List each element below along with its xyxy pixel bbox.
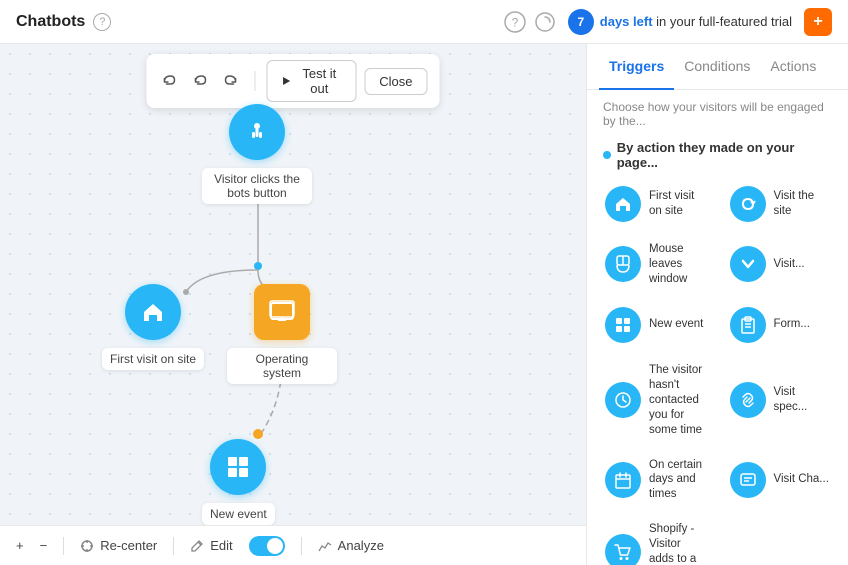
tab-triggers[interactable]: Triggers	[599, 44, 674, 90]
right-panel: Triggers Conditions Actions Choose how y…	[586, 44, 848, 565]
panel-subtitle: Choose how your visitors will be engaged…	[587, 90, 848, 134]
recenter-button[interactable]: Re-center	[80, 538, 157, 553]
trigger-icon-link	[730, 382, 766, 418]
divider	[254, 71, 255, 91]
divider	[63, 537, 64, 555]
help-icon[interactable]: ?	[93, 13, 111, 31]
tab-actions[interactable]: Actions	[760, 44, 826, 90]
trigger-list: First visit on site Visit the site Mouse…	[587, 178, 848, 565]
header-left: Chatbots ?	[16, 13, 111, 31]
edit-icon	[190, 539, 204, 553]
trigger-form[interactable]: Form...	[720, 299, 841, 351]
trigger-icon-chevron-down	[730, 246, 766, 282]
trigger-icon-chat	[730, 462, 766, 498]
trigger-new-event[interactable]: New event	[595, 299, 716, 351]
recenter-icon	[80, 539, 94, 553]
close-button[interactable]: Close	[364, 68, 427, 95]
section-dot	[603, 151, 611, 159]
bottom-toolbar: + − Re-center Edit Analyze	[0, 525, 586, 565]
app-header: Chatbots ? ? 7 days left in your full-fe…	[0, 0, 848, 44]
trigger-name-shopify: Shopify - Visitor adds to a cart	[649, 522, 706, 565]
trigger-icon-calendar	[605, 462, 641, 498]
app-title: Chatbots	[16, 13, 85, 31]
trigger-days-times[interactable]: On certain days and times	[595, 450, 716, 511]
toggle-knob	[267, 538, 283, 554]
zoom-out-button[interactable]: −	[40, 538, 48, 553]
node-operating-system[interactable]: Operating system	[227, 284, 337, 384]
trigger-visit-site[interactable]: Visit the site	[720, 178, 841, 230]
node-first-visit[interactable]: First visit on site	[102, 284, 204, 370]
trigger-icon-refresh	[730, 186, 766, 222]
trigger-icon-cart	[605, 534, 641, 565]
section-title: By action they made on your page...	[617, 140, 832, 170]
trigger-icon-grid	[605, 307, 641, 343]
edit-button[interactable]: Edit	[190, 538, 232, 553]
trigger-icon-clipboard	[730, 307, 766, 343]
trial-days: 7	[568, 9, 594, 35]
help-circle-icon[interactable]: ?	[504, 11, 526, 33]
main-area: Test it out Close Visitor clicks the bot…	[0, 44, 848, 565]
edit-toggle[interactable]	[249, 536, 285, 556]
upgrade-button[interactable]: +	[804, 8, 832, 36]
divider2	[173, 537, 174, 555]
analyze-button[interactable]: Analyze	[318, 538, 384, 553]
node-visitor-clicks[interactable]: Visitor clicks the bots button	[202, 104, 312, 204]
trigger-icon-home	[605, 186, 641, 222]
trigger-first-visit[interactable]: First visit on site	[595, 178, 716, 230]
trigger-visit2[interactable]: Visit...	[720, 234, 841, 295]
trial-text: days left in your full-featured trial	[600, 14, 792, 29]
trigger-name-first-visit: First visit on site	[649, 189, 706, 219]
trigger-icon-clock	[605, 382, 641, 418]
node-label-first-visit: First visit on site	[102, 348, 204, 370]
svg-text:?: ?	[511, 15, 518, 29]
panel-tabs: Triggers Conditions Actions	[587, 44, 848, 90]
undo-button[interactable]	[159, 67, 182, 95]
trigger-name-visit-chat: Visit Cha...	[774, 472, 829, 487]
node-label-os: Operating system	[227, 348, 337, 384]
node-circle-touch	[229, 104, 285, 160]
trigger-name-new-event: New event	[649, 317, 703, 332]
node-circle-os	[254, 284, 310, 340]
trigger-mouse-leaves[interactable]: Mouse leaves window	[595, 234, 716, 295]
node-new-event[interactable]: New event	[202, 439, 275, 525]
trigger-no-contact[interactable]: The visitor hasn't contacted you for som…	[595, 355, 716, 446]
trial-badge: 7 days left in your full-featured trial	[568, 9, 792, 35]
trigger-name-no-contact: The visitor hasn't contacted you for som…	[649, 363, 706, 438]
trigger-name-visit2: Visit...	[774, 257, 805, 272]
divider3	[301, 537, 302, 555]
trigger-grid: First visit on site Visit the site Mouse…	[595, 178, 840, 565]
analyze-icon	[318, 539, 332, 553]
trigger-name-visit-site: Visit the site	[774, 189, 831, 219]
trigger-icon-mouse	[605, 246, 641, 282]
trigger-name-days-times: On certain days and times	[649, 458, 706, 503]
trigger-visit-chat[interactable]: Visit Cha...	[720, 450, 841, 511]
trigger-shopify[interactable]: Shopify - Visitor adds to a cart	[595, 514, 716, 565]
refresh-icon[interactable]	[534, 11, 556, 33]
section-header: By action they made on your page...	[587, 134, 848, 178]
trigger-name-visit-spec: Visit spec...	[774, 385, 831, 415]
node-label-visitor-clicks: Visitor clicks the bots button	[202, 168, 312, 204]
undo2-button[interactable]	[189, 67, 212, 95]
redo-button[interactable]	[220, 67, 243, 95]
zoom-in-button[interactable]: +	[16, 538, 24, 553]
node-circle-event	[210, 439, 266, 495]
flow-canvas[interactable]: Test it out Close Visitor clicks the bot…	[0, 44, 586, 565]
node-circle-home	[125, 284, 181, 340]
trigger-name-form: Form...	[774, 317, 810, 332]
trigger-visit-spec[interactable]: Visit spec...	[720, 355, 841, 446]
header-right: ? 7 days left in your full-featured tria…	[504, 8, 832, 36]
node-label-new-event: New event	[202, 503, 275, 525]
test-button[interactable]: Test it out	[267, 60, 356, 102]
tab-conditions[interactable]: Conditions	[674, 44, 760, 90]
canvas-toolbar: Test it out Close	[147, 54, 440, 108]
trigger-name-mouse-leaves: Mouse leaves window	[649, 242, 706, 287]
